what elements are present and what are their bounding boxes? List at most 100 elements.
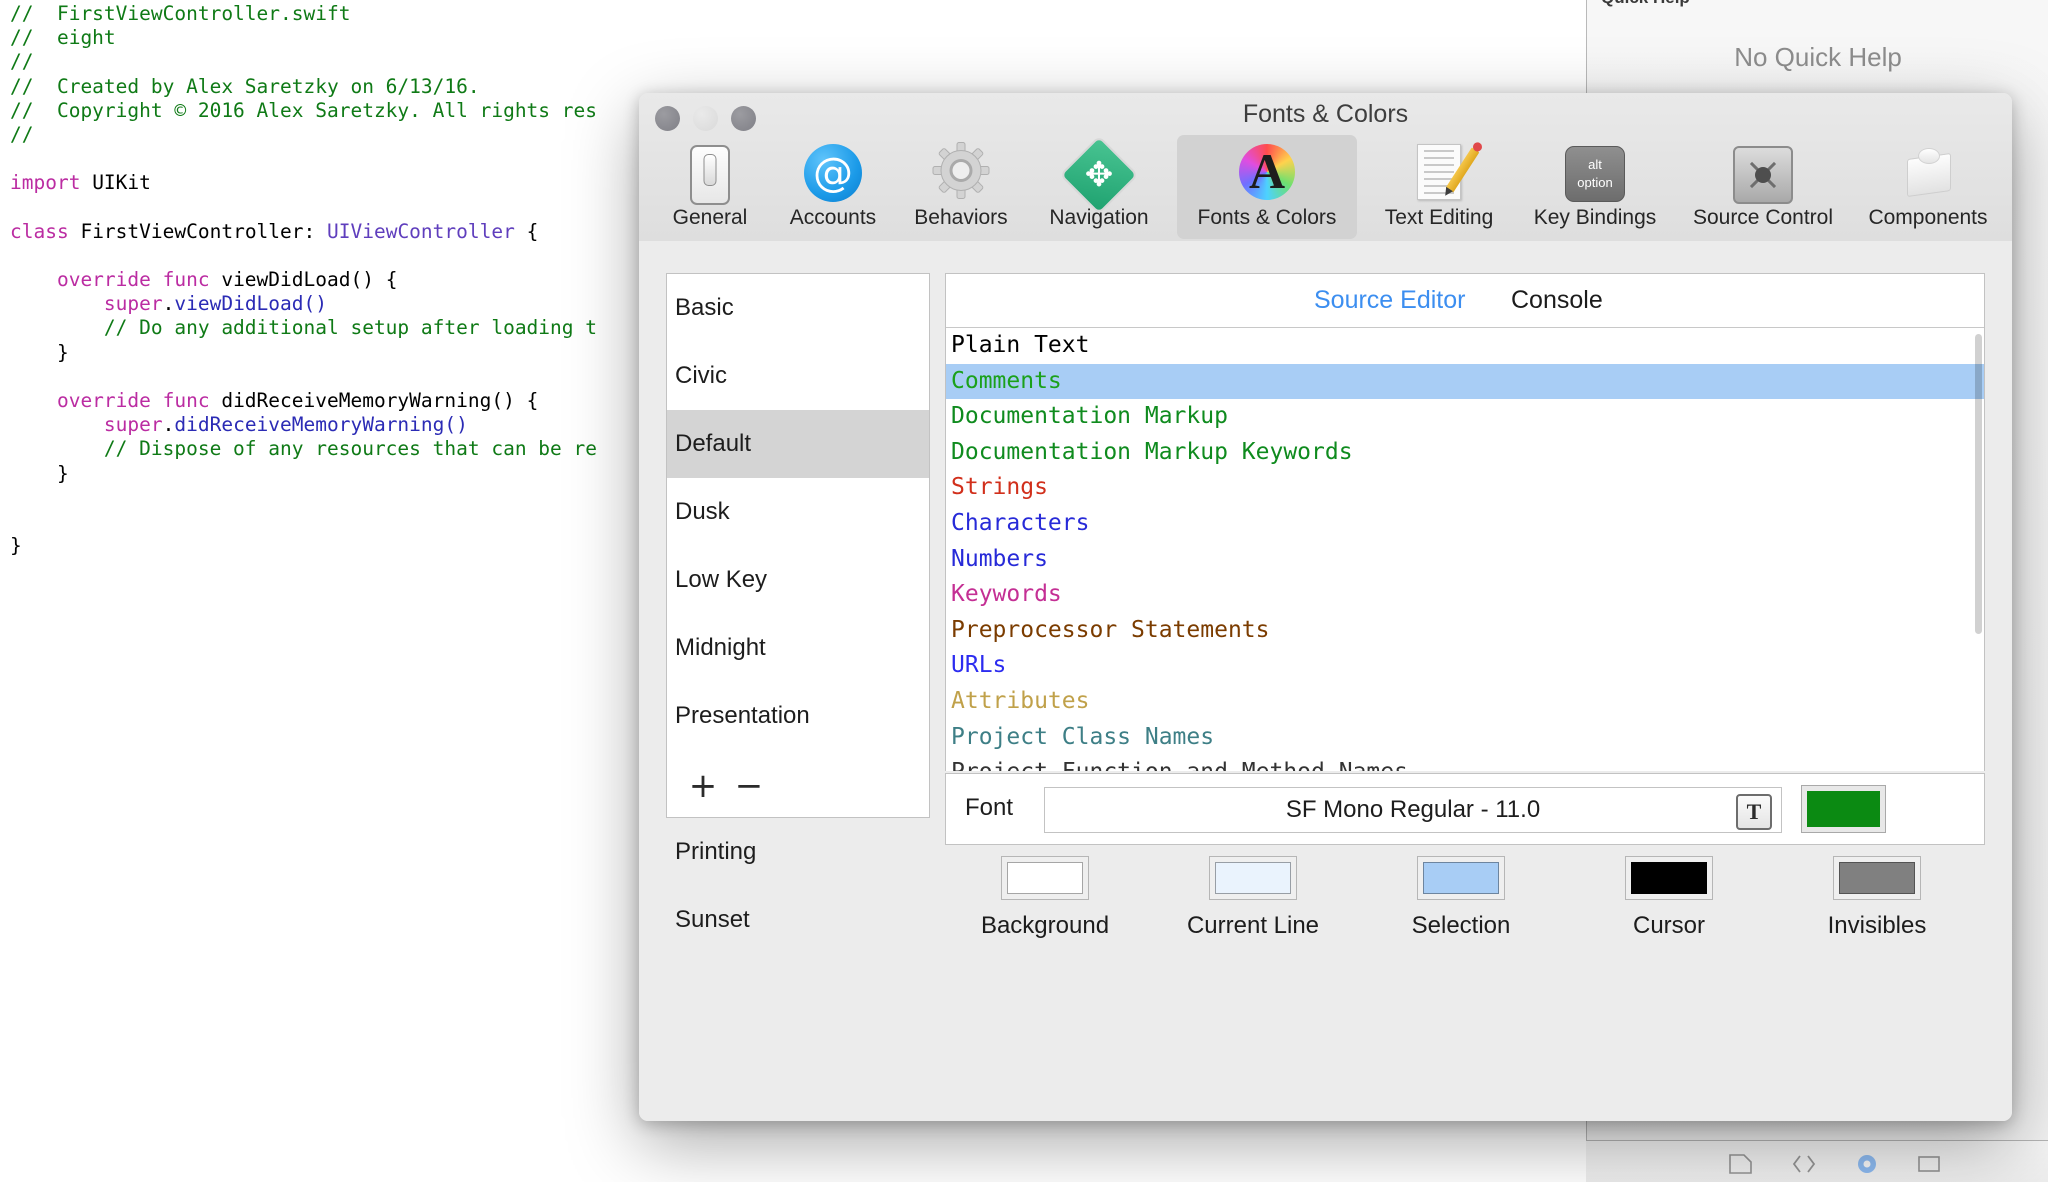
move-arrows-icon: ✥ <box>1068 141 1131 204</box>
theme-list-item[interactable]: Low Key <box>667 546 929 614</box>
color-swatch-cell: Invisibles <box>1777 856 1977 940</box>
font-row: Font SF Mono Regular - 11.0 T <box>945 773 1985 845</box>
color-swatch-label: Cursor <box>1569 912 1769 940</box>
syntax-list-item[interactable]: URLs <box>946 648 1984 684</box>
file-template-icon[interactable] <box>1728 1153 1754 1175</box>
syntax-list-item[interactable]: Preprocessor Statements <box>946 613 1984 649</box>
remove-theme-button[interactable]: − <box>729 767 769 807</box>
color-swatch-cell: Background <box>945 856 1145 940</box>
package-box-icon <box>1897 141 1960 204</box>
editor-console-tabs: Source Editor Console <box>946 274 1984 328</box>
window-titlebar: Fonts & Colors General @Accounts Behaviors… <box>639 93 2012 242</box>
utility-bottom-bar <box>1586 1141 2048 1182</box>
syntax-element-list[interactable]: Plain TextCommentsDocumentation MarkupDo… <box>946 328 1984 771</box>
theme-list-footer: + − <box>667 761 929 817</box>
option-key-icon: altoption <box>1564 141 1627 204</box>
color-swatch-fill <box>1215 862 1291 894</box>
syntax-list-item[interactable]: Keywords <box>946 577 1984 613</box>
color-swatch-label: Current Line <box>1153 912 1353 940</box>
code-line: // <box>0 50 1586 74</box>
syntax-list-item[interactable]: Numbers <box>946 542 1984 578</box>
toolbar-item-label: Behaviors <box>914 206 1007 230</box>
editor-color-swatch-row: Background Current Line Selection Cursor Inv… <box>945 856 1985 986</box>
toolbar-item-navigation[interactable]: ✥Navigation <box>1031 135 1167 239</box>
toolbar-item-label: Accounts <box>790 206 876 230</box>
color-swatch-button[interactable] <box>1417 856 1505 900</box>
toolbar-item-key-bindings[interactable]: altoptionKey Bindings <box>1521 135 1669 239</box>
toolbar-item-label: General <box>673 206 748 230</box>
code-line: // FirstViewController.swift <box>0 2 1586 26</box>
quick-help-empty-message: No Quick Help <box>1587 42 2048 73</box>
media-library-icon[interactable] <box>1854 1153 1880 1175</box>
syntax-list-item[interactable]: Project Function and Method Names <box>946 755 1984 771</box>
snippets-icon[interactable] <box>1791 1153 1817 1175</box>
syntax-colors-panel: Source Editor Console Plain TextComments… <box>945 273 1985 771</box>
color-swatch-cell: Cursor <box>1569 856 1769 940</box>
color-swatch-fill <box>1423 862 1499 894</box>
add-theme-button[interactable]: + <box>683 767 723 807</box>
color-swatch-fill <box>1007 862 1083 894</box>
toolbar-item-label: Text Editing <box>1385 206 1494 230</box>
toolbar-item-label: Source Control <box>1693 206 1833 230</box>
syntax-list-item[interactable]: Documentation Markup <box>946 399 1984 435</box>
color-swatch-label: Invisibles <box>1777 912 1977 940</box>
toolbar-item-source-control[interactable]: Source Control <box>1679 135 1847 239</box>
color-swatch-cell: Current Line <box>1153 856 1353 940</box>
toolbar-item-behaviors[interactable]: Behaviors <box>901 135 1021 239</box>
color-swatch-label: Background <box>945 912 1145 940</box>
syntax-list-item[interactable]: Comments <box>946 364 1984 400</box>
syntax-list-item[interactable]: Characters <box>946 506 1984 542</box>
toolbar-item-accounts[interactable]: @Accounts <box>775 135 891 239</box>
syntax-list-item[interactable]: Strings <box>946 470 1984 506</box>
device-icon <box>679 141 742 204</box>
color-swatch-button[interactable] <box>1625 856 1713 900</box>
gear-icon <box>930 141 993 204</box>
preferences-content: BasicCivicDefaultDuskLow KeyMidnightPres… <box>639 241 2012 1121</box>
color-swatch-label: Selection <box>1361 912 1561 940</box>
toolbar-item-locations[interactable]: Locations <box>2007 135 2012 239</box>
quick-help-title: Quick Help <box>1601 0 1690 8</box>
syntax-list-item[interactable]: Attributes <box>946 684 1984 720</box>
tab-source-editor[interactable]: Source Editor <box>1314 274 1465 327</box>
code-line: // eight <box>0 26 1586 50</box>
object-library-icon[interactable] <box>1916 1153 1942 1175</box>
toolbar-item-text-editing[interactable]: Text Editing <box>1367 135 1511 239</box>
color-swatch-button[interactable] <box>1833 856 1921 900</box>
page-pencil-icon <box>1408 141 1471 204</box>
theme-list-item[interactable]: Sunset <box>667 886 929 954</box>
toolbar-item-label: Components <box>1868 206 1987 230</box>
theme-list-panel[interactable]: BasicCivicDefaultDuskLow KeyMidnightPres… <box>666 273 930 818</box>
at-sign-icon: @ <box>802 141 865 204</box>
toolbar-item-components[interactable]: Components <box>1857 135 1999 239</box>
syntax-color-swatch <box>1807 791 1880 827</box>
theme-list-item[interactable]: Midnight <box>667 614 929 682</box>
preferences-window: Fonts & Colors General @Accounts Behaviors… <box>639 93 2012 1121</box>
font-value-text: SF Mono Regular - 11.0 <box>1286 796 1540 823</box>
toolbar-item-label: Key Bindings <box>1534 206 1657 230</box>
syntax-list-item[interactable]: Plain Text <box>946 328 1984 364</box>
theme-list[interactable]: BasicCivicDefaultDuskLow KeyMidnightPres… <box>667 274 929 954</box>
font-value-field[interactable]: SF Mono Regular - 11.0 T <box>1044 787 1782 833</box>
color-swatch-button[interactable] <box>1209 856 1297 900</box>
color-swatch-cell: Selection <box>1361 856 1561 940</box>
theme-list-item[interactable]: Printing <box>667 818 929 886</box>
toolbar-item-fonts-colors[interactable]: AFonts & Colors <box>1177 135 1357 239</box>
syntax-list-item[interactable]: Documentation Markup Keywords <box>946 435 1984 471</box>
syntax-color-swatch-button[interactable] <box>1801 785 1886 833</box>
theme-list-item[interactable]: Basic <box>667 274 929 342</box>
theme-list-item[interactable]: Dusk <box>667 478 929 546</box>
color-swatch-button[interactable] <box>1001 856 1089 900</box>
theme-list-item[interactable]: Civic <box>667 342 929 410</box>
font-label: Font <box>965 794 1013 822</box>
color-swatch-fill <box>1839 862 1915 894</box>
syntax-list-item[interactable]: Project Class Names <box>946 720 1984 756</box>
theme-list-item[interactable]: Default <box>667 410 929 478</box>
toolbar-item-general[interactable]: General <box>655 135 765 239</box>
font-picker-icon[interactable]: T <box>1736 794 1772 830</box>
color-wheel-a-icon: A <box>1236 141 1299 204</box>
safe-vault-icon <box>1732 141 1795 204</box>
toolbar-item-label: Fonts & Colors <box>1198 206 1337 230</box>
tab-console[interactable]: Console <box>1511 274 1603 327</box>
theme-list-item[interactable]: Presentation <box>667 682 929 750</box>
syntax-list-scrollbar[interactable] <box>1975 334 1982 634</box>
